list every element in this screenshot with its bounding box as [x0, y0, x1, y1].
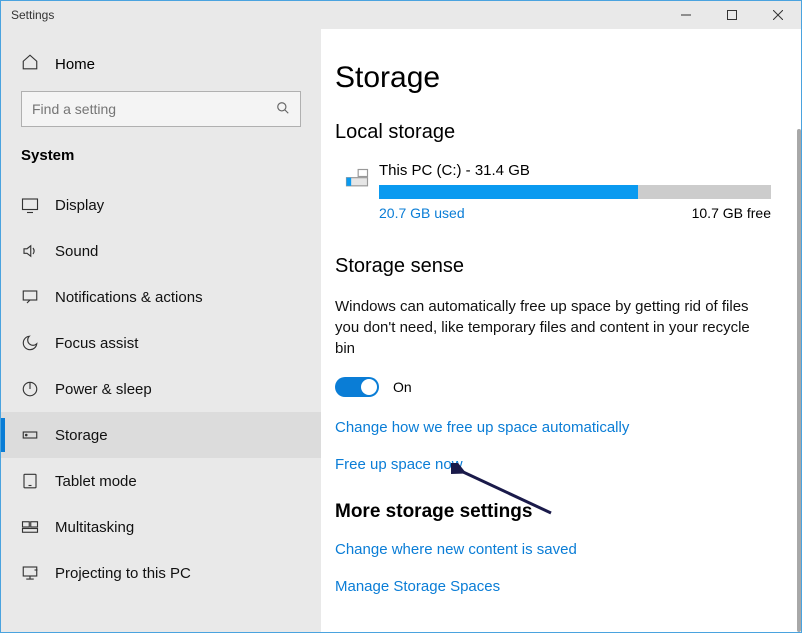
- sidebar-item-label: Focus assist: [55, 335, 138, 352]
- toggle-state-label: On: [393, 379, 412, 395]
- search-icon: [276, 101, 290, 118]
- change-free-up-link[interactable]: Change how we free up space automaticall…: [335, 419, 771, 436]
- sidebar: Home System Display Sound Notifications …: [1, 29, 321, 632]
- more-storage-heading: More storage settings: [335, 501, 771, 523]
- sidebar-item-tablet-mode[interactable]: Tablet mode: [1, 458, 321, 504]
- disk-used-link[interactable]: 20.7 GB used: [379, 205, 465, 221]
- disk-free-label: 10.7 GB free: [692, 205, 771, 221]
- storage-sense-heading: Storage sense: [335, 255, 771, 278]
- sidebar-heading: System: [1, 147, 321, 164]
- maximize-button[interactable]: [709, 1, 755, 29]
- sidebar-item-label: Power & sleep: [55, 381, 152, 398]
- sidebar-item-label: Projecting to this PC: [55, 565, 191, 582]
- main-content: Storage Local storage This PC (C:) - 31.…: [321, 29, 801, 632]
- page-title: Storage: [335, 61, 771, 95]
- close-button[interactable]: [755, 1, 801, 29]
- focus-assist-icon: [21, 334, 41, 352]
- storage-sense-toggle[interactable]: [335, 377, 379, 397]
- search-box[interactable]: [21, 91, 301, 127]
- sidebar-item-label: Tablet mode: [55, 473, 137, 490]
- sidebar-item-notifications[interactable]: Notifications & actions: [1, 274, 321, 320]
- scrollbar[interactable]: [797, 129, 801, 632]
- tablet-icon: [21, 472, 41, 490]
- sidebar-item-label: Storage: [55, 427, 108, 444]
- disk-block[interactable]: This PC (C:) - 31.4 GB 20.7 GB used 10.7…: [335, 162, 771, 221]
- window-title: Settings: [11, 8, 663, 22]
- storage-sense-description: Windows can automatically free up space …: [335, 296, 771, 359]
- power-icon: [21, 380, 41, 398]
- sidebar-item-storage[interactable]: Storage: [1, 412, 321, 458]
- home-link[interactable]: Home: [1, 53, 321, 75]
- local-storage-heading: Local storage: [335, 121, 771, 144]
- sound-icon: [21, 242, 41, 260]
- toggle-knob: [361, 379, 377, 395]
- sidebar-item-projecting[interactable]: Projecting to this PC: [1, 550, 321, 596]
- storage-icon: [21, 426, 41, 444]
- storage-sense-toggle-row: On: [335, 377, 771, 397]
- free-up-now-link[interactable]: Free up space now: [335, 456, 771, 473]
- sidebar-item-display[interactable]: Display: [1, 182, 321, 228]
- disk-progress: [379, 185, 771, 199]
- multitasking-icon: [21, 518, 41, 536]
- search-input[interactable]: [32, 101, 276, 117]
- sidebar-item-label: Sound: [55, 243, 98, 260]
- notifications-icon: [21, 288, 41, 306]
- sidebar-item-label: Display: [55, 197, 104, 214]
- manage-storage-spaces-link[interactable]: Manage Storage Spaces: [335, 578, 771, 595]
- sidebar-item-focus-assist[interactable]: Focus assist: [1, 320, 321, 366]
- display-icon: [21, 196, 41, 214]
- home-icon: [21, 53, 41, 75]
- window-controls: [663, 1, 801, 29]
- minimize-button[interactable]: [663, 1, 709, 29]
- titlebar: Settings: [1, 1, 801, 29]
- disk-name: This PC (C:) - 31.4 GB: [379, 162, 771, 179]
- sidebar-item-label: Multitasking: [55, 519, 134, 536]
- sidebar-item-sound[interactable]: Sound: [1, 228, 321, 274]
- sidebar-item-multitasking[interactable]: Multitasking: [1, 504, 321, 550]
- projecting-icon: [21, 564, 41, 582]
- disk-icon: [335, 162, 379, 221]
- settings-window: Settings Home: [0, 0, 802, 633]
- disk-progress-fill: [379, 185, 638, 199]
- change-new-content-link[interactable]: Change where new content is saved: [335, 541, 771, 558]
- sidebar-item-label: Notifications & actions: [55, 289, 203, 306]
- home-label: Home: [55, 56, 95, 73]
- sidebar-item-power-sleep[interactable]: Power & sleep: [1, 366, 321, 412]
